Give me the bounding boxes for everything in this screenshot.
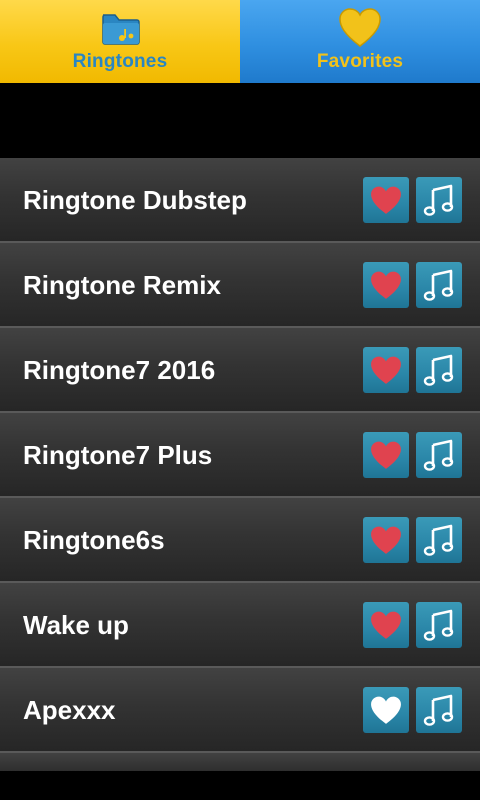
ringtone-title: Wake up (23, 610, 129, 640)
tab-ringtones-label: Ringtones (72, 51, 168, 72)
favorite-button[interactable] (363, 177, 409, 223)
heart-icon (371, 611, 401, 639)
favorite-button[interactable] (363, 687, 409, 733)
list-item-partial[interactable] (0, 753, 480, 771)
favorite-button[interactable] (363, 347, 409, 393)
folder-music-icon (98, 8, 142, 48)
play-button[interactable] (416, 687, 462, 733)
heart-icon (371, 186, 401, 214)
play-button[interactable] (416, 262, 462, 308)
music-note-icon (423, 269, 454, 301)
heart-icon (371, 271, 401, 299)
favorite-button[interactable] (363, 432, 409, 478)
favorite-button[interactable] (363, 602, 409, 648)
play-button[interactable] (416, 177, 462, 223)
list-item[interactable]: Apexxx (0, 668, 480, 753)
ringtone-title: Ringtone Dubstep (23, 185, 247, 215)
ringtone-title: Ringtone6s (23, 525, 165, 555)
ringtone-title: Ringtone7 2016 (23, 355, 216, 385)
play-button[interactable] (416, 347, 462, 393)
ringtone-title: Ringtone7 Plus (23, 440, 213, 470)
heart-icon (371, 696, 401, 724)
favorite-button[interactable] (363, 262, 409, 308)
list-item[interactable]: Ringtone Remix (0, 243, 480, 328)
list-item[interactable]: Wake up (0, 583, 480, 668)
list-item[interactable]: Ringtone Dubstep (0, 158, 480, 243)
tab-bar: Ringtones Favorites (0, 0, 480, 83)
play-button[interactable] (416, 602, 462, 648)
play-button[interactable] (416, 432, 462, 478)
tab-favorites[interactable]: Favorites (240, 0, 480, 83)
app-screen: Ringtones Favorites Ringtone Dubstep Ring… (0, 0, 480, 800)
music-note-icon (423, 524, 454, 556)
music-note-icon (423, 354, 454, 386)
ringtone-title: Ringtone Remix (23, 270, 221, 300)
favorite-button[interactable] (363, 517, 409, 563)
list-item[interactable]: Ringtone7 Plus (0, 413, 480, 498)
ringtone-title: Apexxx (23, 695, 116, 725)
heart-icon (371, 441, 401, 469)
music-note-icon (423, 439, 454, 471)
heart-icon (371, 526, 401, 554)
header-spacer (0, 83, 480, 158)
tab-ringtones[interactable]: Ringtones (0, 0, 240, 83)
heart-icon (338, 8, 382, 48)
play-button[interactable] (416, 517, 462, 563)
ringtone-list[interactable]: Ringtone Dubstep Ringtone Remix Ringtone7 … (0, 158, 480, 771)
list-item[interactable]: Ringtone7 2016 (0, 328, 480, 413)
tab-favorites-label: Favorites (316, 51, 404, 72)
music-note-icon (423, 694, 454, 726)
music-note-icon (423, 184, 454, 216)
music-note-icon (423, 609, 454, 641)
list-item[interactable]: Ringtone6s (0, 498, 480, 583)
heart-icon (371, 356, 401, 384)
